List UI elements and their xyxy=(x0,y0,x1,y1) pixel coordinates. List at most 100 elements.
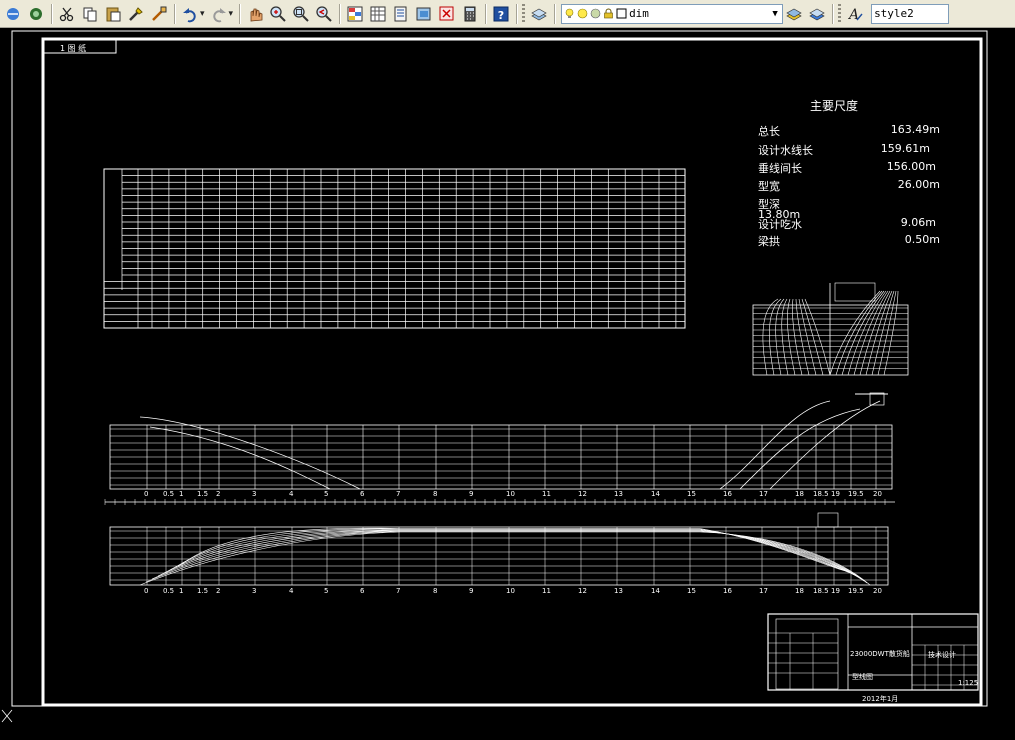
help-icon[interactable]: ? xyxy=(490,3,512,25)
sun-icon xyxy=(577,8,588,19)
station-label: 12 xyxy=(578,587,587,595)
station-label: 17 xyxy=(759,490,768,498)
dimension-label-lpp: 垂线间长 xyxy=(758,162,802,175)
sheet-set-icon[interactable] xyxy=(413,3,435,25)
title-block-project: 23000DWT散货船 xyxy=(850,650,910,658)
block-editor-icon[interactable] xyxy=(148,3,170,25)
bulb-icon xyxy=(565,8,574,18)
station-label: 16 xyxy=(723,587,732,595)
dimension-value-camber: 0.50m xyxy=(904,233,940,246)
redo-dropdown-icon[interactable]: ▾ xyxy=(229,9,234,19)
station-label: 19.5 xyxy=(848,587,864,595)
undo-dropdown-icon[interactable]: ▾ xyxy=(200,9,205,19)
cut-icon[interactable] xyxy=(56,3,78,25)
station-label: 14 xyxy=(651,490,660,498)
station-label: 18.5 xyxy=(813,490,829,498)
station-label: 2 xyxy=(216,490,221,498)
dimension-value-draft: 9.06m xyxy=(900,216,936,229)
station-label: 17 xyxy=(759,587,768,595)
station-label: 0 xyxy=(144,490,149,498)
station-label: 15 xyxy=(687,587,696,595)
toolbar-separator xyxy=(554,3,557,24)
sheet-tab-label: 1 图 纸 xyxy=(60,44,87,53)
design-center-icon[interactable] xyxy=(367,3,389,25)
pan-icon[interactable] xyxy=(244,3,266,25)
station-label: 9 xyxy=(469,490,474,498)
station-label: 20 xyxy=(873,490,882,498)
toolbar-separator xyxy=(174,3,176,24)
title-block-drawing-name: 型线图 xyxy=(852,673,873,681)
station-label: 0.5 xyxy=(163,587,175,595)
station-label: 2 xyxy=(216,587,221,595)
toolbar-separator xyxy=(485,3,488,24)
text-style-name: style2 xyxy=(874,7,914,20)
station-label: 3 xyxy=(252,587,257,595)
station-label: 20 xyxy=(873,587,882,595)
station-label: 18.5 xyxy=(813,587,829,595)
toolbar-separator xyxy=(832,3,835,24)
station-label: 4 xyxy=(289,490,294,498)
station-label: 6 xyxy=(360,587,365,595)
properties-icon[interactable] xyxy=(344,3,366,25)
chevron-down-icon[interactable]: ▼ xyxy=(768,5,782,23)
text-style-dropdown[interactable]: style2 xyxy=(871,3,950,24)
layer-color-swatch-icon xyxy=(616,8,627,19)
station-label: 19 xyxy=(831,490,840,498)
publish-icon[interactable] xyxy=(2,3,24,25)
standard-toolbar: ▾ ▾ ? dim ▼ A style2 xyxy=(0,0,1015,28)
toolbar-grip[interactable] xyxy=(522,3,526,24)
toolbar-separator xyxy=(239,3,242,24)
model-space-canvas[interactable]: 1 图 纸 主要尺度 总长 163.49m 设计水线长 159.61m 垂线间长… xyxy=(0,29,1015,729)
dimension-label-draft: 设计吃水 xyxy=(758,218,802,231)
dimension-label-breadth: 型宽 xyxy=(758,180,780,193)
svg-text:A: A xyxy=(847,7,859,23)
zoom-previous-icon[interactable] xyxy=(313,3,335,25)
dimension-value-lpp: 156.00m xyxy=(886,160,936,173)
match-properties-icon[interactable] xyxy=(125,3,147,25)
dimension-value-loa: 163.49m xyxy=(890,123,940,136)
station-label: 10 xyxy=(506,587,515,595)
station-label: 13 xyxy=(614,490,623,498)
dimension-label-lwl: 设计水线长 xyxy=(758,144,813,157)
viewport-freeze-icon xyxy=(590,8,601,19)
station-label: 13 xyxy=(614,587,623,595)
station-label: 11 xyxy=(542,490,551,498)
toolbar-grip[interactable] xyxy=(838,3,842,24)
station-label: 1 xyxy=(179,587,184,595)
station-label: 5 xyxy=(324,490,329,498)
station-label: 3 xyxy=(252,490,257,498)
station-label: 7 xyxy=(396,587,401,595)
station-label: 7 xyxy=(396,490,401,498)
undo-icon[interactable] xyxy=(179,3,201,25)
toolbar-separator xyxy=(516,3,519,24)
make-current-layer-icon[interactable] xyxy=(783,3,805,25)
redo-icon[interactable] xyxy=(208,3,230,25)
tool-palettes-icon[interactable] xyxy=(390,3,412,25)
main-dimensions-heading: 主要尺度 xyxy=(810,99,859,113)
station-label: 19.5 xyxy=(848,490,864,498)
layer-name: dim xyxy=(629,7,649,20)
station-label: 11 xyxy=(542,587,551,595)
layer-dropdown[interactable]: dim ▼ xyxy=(561,3,784,24)
plot-icon[interactable] xyxy=(25,3,47,25)
station-label: 16 xyxy=(723,490,732,498)
lock-icon xyxy=(604,8,613,19)
zoom-window-icon[interactable] xyxy=(290,3,312,25)
calculator-icon[interactable] xyxy=(459,3,481,25)
station-label: 1.5 xyxy=(197,490,209,498)
station-label: 9 xyxy=(469,587,474,595)
copy-icon[interactable] xyxy=(79,3,101,25)
markup-icon[interactable] xyxy=(436,3,458,25)
title-block-date: 2012年1月 xyxy=(862,695,899,703)
station-label: 14 xyxy=(651,587,660,595)
station-label: 18 xyxy=(795,587,804,595)
layer-properties-icon[interactable] xyxy=(528,3,550,25)
station-label: 0 xyxy=(144,587,149,595)
layer-previous-icon[interactable] xyxy=(806,3,828,25)
paste-icon[interactable] xyxy=(102,3,124,25)
text-style-icon[interactable]: A xyxy=(844,3,866,25)
status-bar xyxy=(0,729,1015,740)
zoom-realtime-icon[interactable] xyxy=(267,3,289,25)
station-label: 15 xyxy=(687,490,696,498)
station-label: 19 xyxy=(831,587,840,595)
